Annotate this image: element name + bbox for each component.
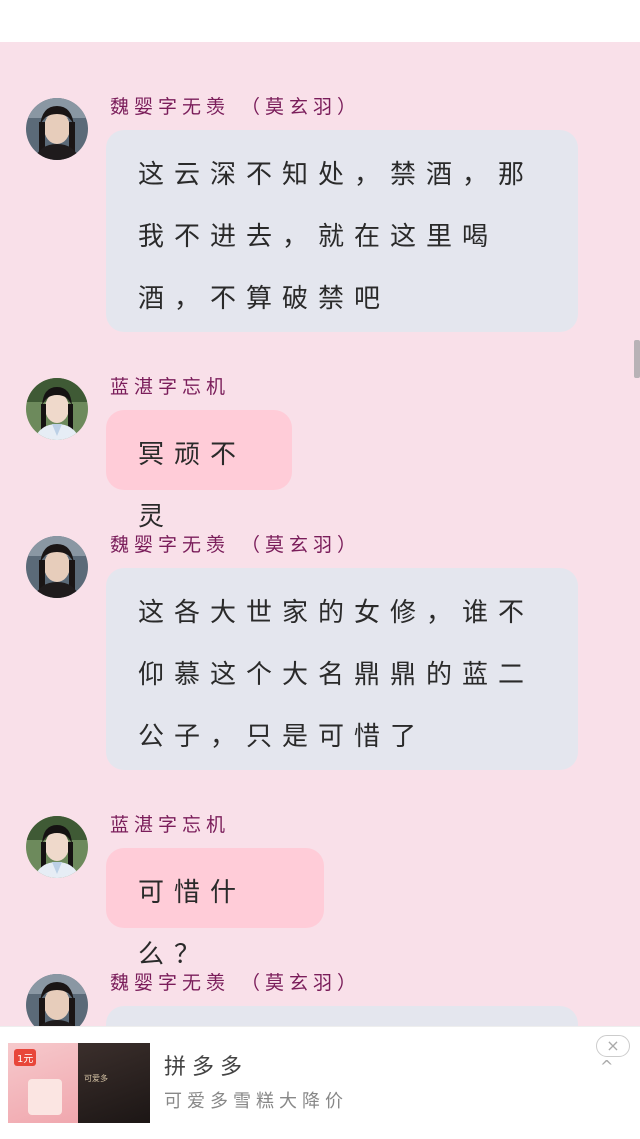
sender-name: 魏婴字无羡 （莫玄羽） [110, 96, 362, 118]
avatar-lan-zhan[interactable] [26, 378, 88, 440]
message-bubble[interactable]: 可惜什么？ [106, 848, 324, 970]
chat-list[interactable]: 魏婴字无羡 （莫玄羽） 这云深不知处，禁酒，那我不进去，就在这里喝酒，不算破禁吧… [0, 42, 640, 1026]
ad-title[interactable]: 拼多多 [164, 1049, 248, 1081]
message-bubble[interactable] [106, 1006, 578, 1026]
sender-name: 魏婴字无羡 （莫玄羽） [110, 972, 362, 994]
sender-name: 魏婴字无羡 （莫玄羽） [110, 534, 362, 556]
ad-price-badge: 1元 [14, 1049, 37, 1066]
status-bar [0, 0, 640, 42]
avatar-wei-ying[interactable] [26, 974, 88, 1026]
message-bubble[interactable]: 冥顽不灵 [106, 410, 292, 532]
chevron-up-icon[interactable]: ^ [600, 1057, 613, 1076]
ad-subtitle[interactable]: 可爱多雪糕大降价 [164, 1087, 348, 1113]
ad-cup-image [28, 1079, 62, 1115]
sender-name: 蓝湛字忘机 [110, 376, 231, 398]
avatar-wei-ying[interactable] [26, 536, 88, 598]
message-bubble[interactable]: 这云深不知处，禁酒，那我不进去，就在这里喝酒，不算破禁吧 [106, 130, 578, 332]
close-icon[interactable]: × [596, 1035, 630, 1057]
avatar-lan-zhan[interactable] [26, 816, 88, 878]
avatar-wei-ying[interactable] [26, 98, 88, 160]
ad-image-caption: 可爱多 [84, 1074, 108, 1083]
scrollbar-thumb[interactable] [634, 340, 640, 378]
ad-banner[interactable]: 1元 可爱多 拼多多 可爱多雪糕大降价 × ^ [0, 1026, 640, 1139]
message-bubble[interactable]: 这各大世家的女修，谁不仰慕这个大名鼎鼎的蓝二公子，只是可惜了 [106, 568, 578, 770]
sender-name: 蓝湛字忘机 [110, 814, 231, 836]
